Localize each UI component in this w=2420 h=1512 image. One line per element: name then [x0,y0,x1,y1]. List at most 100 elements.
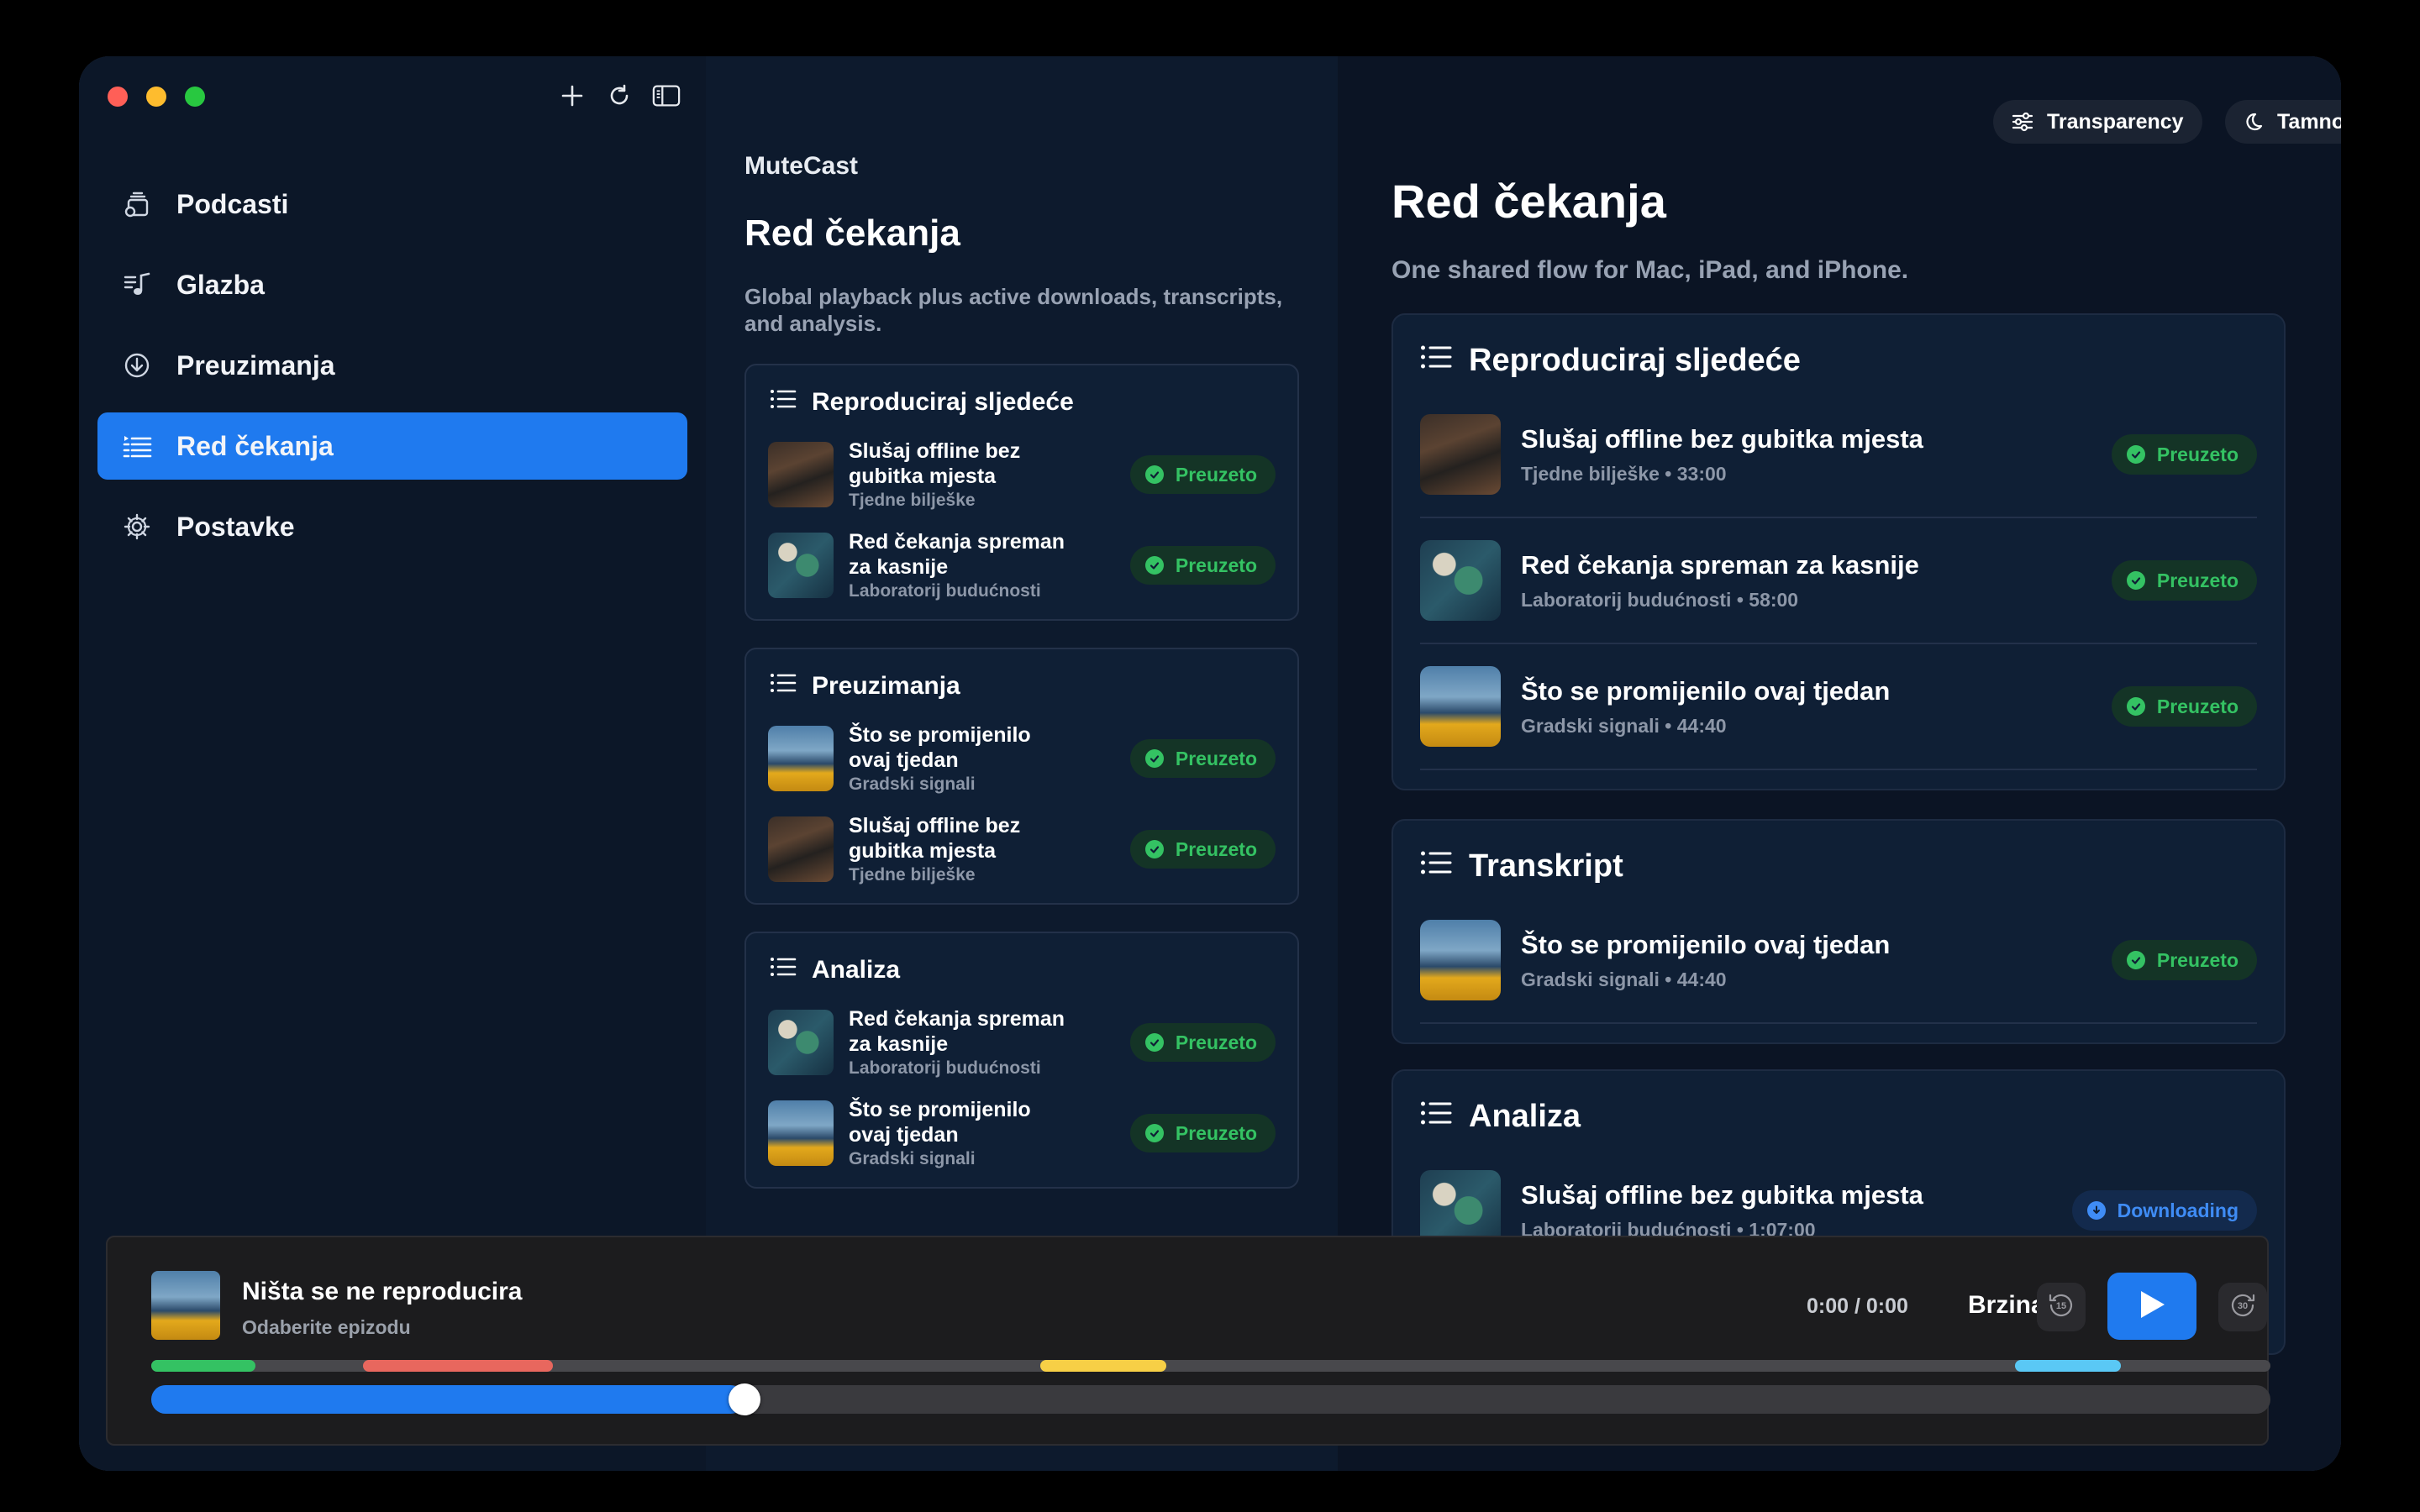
checkmark-icon [2126,951,2145,969]
status-badge: Preuzeto [2111,686,2257,727]
list-item[interactable]: Red čekanja spreman za kasnije Laboratori… [1420,518,2257,644]
list-item[interactable]: Slušaj offline bez gubitka mjesta Tjedne … [746,429,1297,520]
chapter-marker[interactable] [151,1360,255,1372]
page-title: Red čekanja [744,213,960,254]
scrubber-progress [151,1385,745,1414]
transparency-button[interactable]: Transparency [1993,100,2202,144]
chapter-marker[interactable] [363,1360,553,1372]
episode-show: Tjedne bilješke [849,491,976,510]
list-item[interactable]: Red čekanja spreman za kasnije Laboratori… [746,997,1297,1088]
skip-forward-button[interactable]: 30 [2218,1283,2267,1331]
scrubber-knob[interactable] [729,1383,761,1415]
section-heading-label: Analiza [812,956,901,984]
status-badge: Preuzeto [1129,739,1276,778]
theme-label: Tamno [2277,109,2341,134]
section-heading-label: Preuzimanja [812,672,960,700]
app-brand: MuteCast [744,152,859,180]
download-icon [121,349,153,381]
section-card-transcript: Transkript Što se promijenilo ovaj tjeda… [1392,819,2286,1044]
sliders-icon [2012,112,2033,132]
episode-title: Slušaj offline bez gubitka mjesta [1521,1179,1923,1210]
skip-back-15-icon: 15 [2046,1290,2076,1325]
sidebar-item-label: Podcasti [176,188,289,219]
list-icon [1420,1099,1452,1135]
close-window-button[interactable] [108,87,128,107]
section-heading-label: Analiza [1469,1098,1581,1134]
episode-meta: Laboratorij budućnosti • 58:00 [1521,588,1799,611]
minimize-window-button[interactable] [146,87,166,107]
status-label: Preuzeto [1175,1121,1257,1144]
window-controls [108,87,205,107]
zoom-window-button[interactable] [185,87,205,107]
episode-meta: Tjedne bilješke • 33:00 [1521,462,1727,485]
episode-artwork [1420,540,1501,621]
episode-meta: Gradski signali • 44:40 [1521,714,1727,737]
speed-button[interactable]: Brzina [1968,1291,2045,1320]
episode-title: Red čekanja spreman za kasnije [849,1007,1065,1056]
checkmark-icon [2126,445,2145,464]
detail-title: Red čekanja [1392,175,1666,228]
episode-artwork [768,1100,834,1166]
app-window: Podcasti Glazba Preuzimanja Red čekanja [79,56,2341,1471]
episode-show: Gradski signali [849,1149,976,1168]
skip-forward-seconds: 30 [2238,1301,2248,1311]
list-icon [770,672,797,701]
section-heading: Analiza [770,952,1297,989]
episode-show: Laboratorij budućnosti [849,581,1041,601]
episode-artwork [768,816,834,882]
list-item[interactable]: Što se promijenilo ovaj tjedan Gradski si… [746,1088,1297,1179]
refresh-icon[interactable] [605,80,634,112]
status-badge: Preuzeto [1129,1023,1276,1062]
sidebar-item-preuzimanja[interactable]: Preuzimanja [97,332,687,399]
status-badge: Preuzeto [1129,1114,1276,1152]
episode-title: Slušaj offline bez gubitka mjesta [849,439,1021,488]
checkmark-icon [2126,697,2145,716]
list-item[interactable]: Red čekanja spreman za kasnije Laboratori… [746,520,1297,611]
playback-scrubber[interactable] [151,1383,2270,1415]
theme-toggle-button[interactable]: Tamno [2225,100,2341,144]
list-icon [770,388,797,417]
chapter-marker[interactable] [2015,1360,2121,1372]
status-label: Preuzeto [1175,747,1257,769]
status-label: Preuzeto [1175,463,1257,486]
play-button[interactable] [2107,1273,2196,1340]
skip-forward-30-icon: 30 [2228,1290,2258,1325]
moon-icon [2244,112,2264,132]
list-item[interactable]: Slušaj offline bez gubitka mjesta Tjedne … [746,804,1297,895]
add-icon[interactable] [558,80,587,112]
now-playing-title: Ništa se ne reproducira [242,1278,523,1305]
checkmark-icon [2126,571,2145,590]
checkmark-icon [1144,556,1164,575]
play-icon [2138,1289,2166,1325]
checkmark-icon [1144,1124,1164,1142]
episode-show: Tjedne bilješke [849,865,976,885]
section-card-play-next: Reproduciraj sljedeće Slušaj offline bez… [1392,313,2286,790]
list-item[interactable]: Što se promijenilo ovaj tjedan Gradski si… [1420,898,2257,1024]
list-item[interactable]: Što se promijenilo ovaj tjedan Gradski si… [1420,644,2257,770]
sidebar-nav: Podcasti Glazba Preuzimanja Red čekanja [97,171,687,574]
section-heading: Preuzimanja [770,668,1297,705]
list-item[interactable]: Slušaj offline bez gubitka mjesta Tjedne … [1420,392,2257,518]
download-progress-icon [2086,1201,2106,1220]
episode-title: Red čekanja spreman za kasnije [849,530,1065,579]
section-heading: Reproduciraj sljedeće [770,384,1297,421]
list-item[interactable]: Što se promijenilo ovaj tjedan Gradski si… [746,713,1297,804]
sidebar-item-red-cekanja[interactable]: Red čekanja [97,412,687,480]
episode-artwork [768,726,834,791]
skip-back-button[interactable]: 15 [2037,1283,2086,1331]
sidebar-item-glazba[interactable]: Glazba [97,251,687,318]
sidebar-toggle-icon[interactable] [652,80,681,112]
episode-artwork [1420,666,1501,747]
list-icon [770,956,797,984]
section-heading: Analiza [1420,1096,2284,1137]
section-heading: Reproduciraj sljedeće [1420,340,2284,381]
list-icon [1420,343,1452,379]
section-heading-label: Reproduciraj sljedeće [1469,342,1801,378]
episode-artwork [1420,920,1501,1000]
episode-title: Što se promijenilo ovaj tjedan [849,723,1031,772]
sidebar-item-podcasti[interactable]: Podcasti [97,171,687,238]
sidebar-item-label: Glazba [176,269,265,300]
episode-title: Što se promijenilo ovaj tjedan [1521,929,1891,959]
sidebar-item-postavke[interactable]: Postavke [97,493,687,560]
chapter-marker[interactable] [1040,1360,1166,1372]
